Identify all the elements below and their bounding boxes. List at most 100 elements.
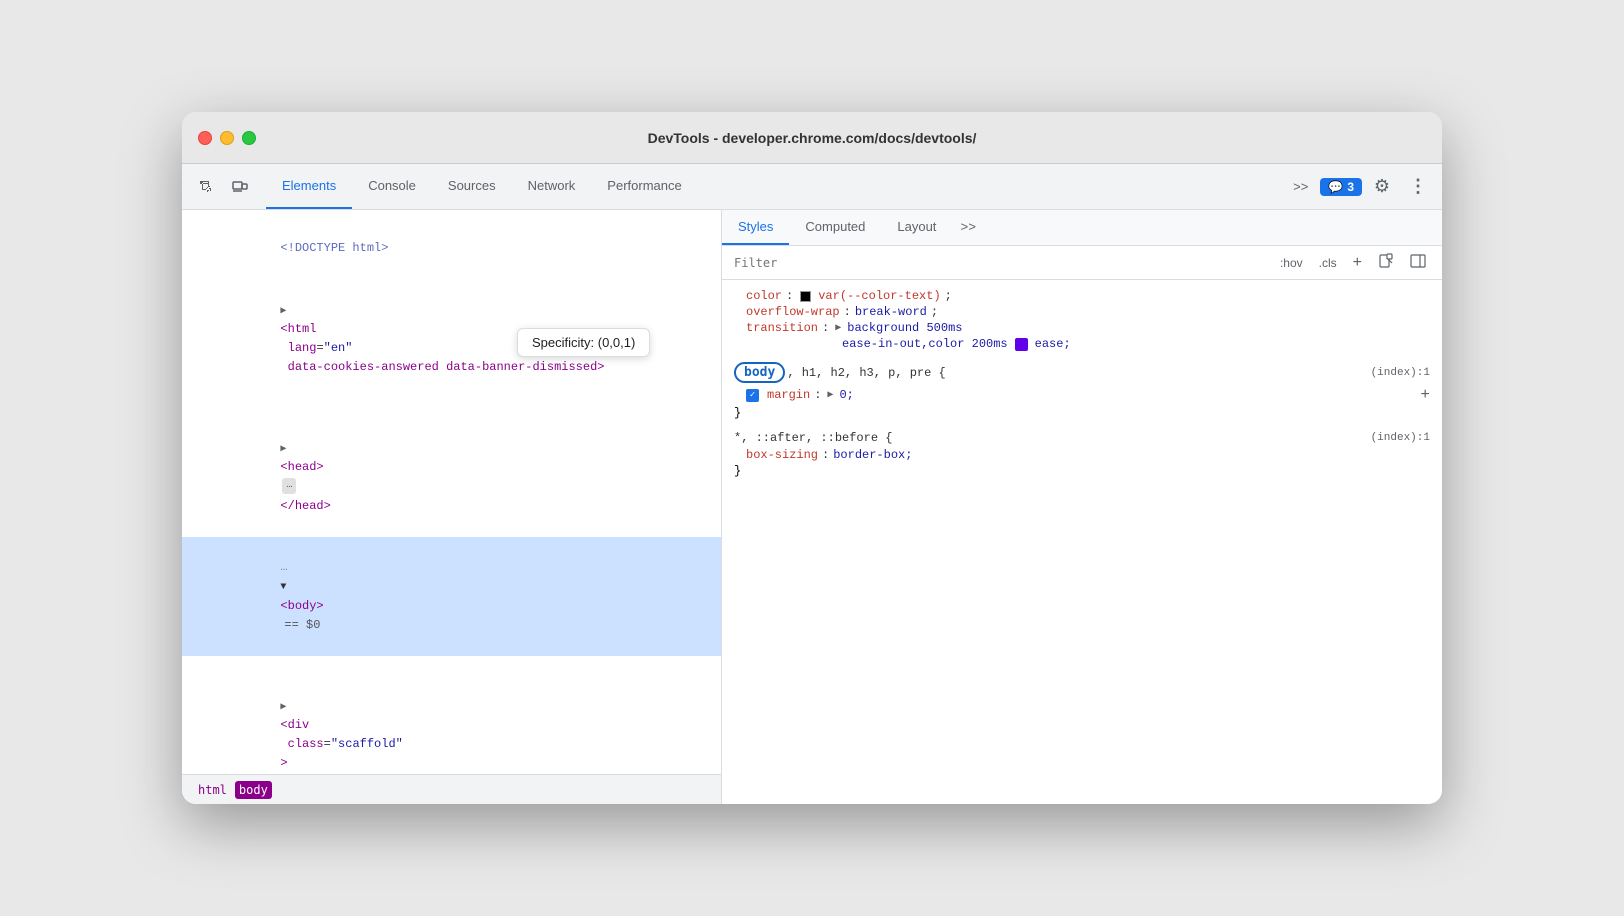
tab-elements[interactable]: Elements	[266, 164, 352, 209]
prop-box-sizing[interactable]: box-sizing : border-box;	[722, 447, 1442, 463]
cls-button[interactable]: .cls	[1315, 254, 1341, 272]
rule-3-header: *, ::after, ::before { (index):1	[722, 429, 1442, 447]
rule-2-source[interactable]: (index):1	[1371, 367, 1430, 379]
prop-transition-cont: ease-in-out,color 200ms ease;	[722, 336, 1442, 352]
specificity-tooltip: Specificity: (0,0,1)	[517, 328, 650, 357]
prop-name-overflow-wrap: overflow-wrap	[746, 305, 840, 319]
color-swatch-purple[interactable]	[1015, 338, 1028, 351]
dom-head[interactable]: ▶ <head> … </head>	[182, 399, 721, 537]
css-value-transition-2: ease-in-out,color 200ms	[842, 337, 1008, 351]
doctype-text: <!DOCTYPE html>	[280, 241, 388, 255]
tab-styles[interactable]: Styles	[722, 210, 789, 245]
dom-content[interactable]: <!DOCTYPE html> ▶ <html lang="en" data-c…	[182, 210, 721, 774]
prop-name-box-sizing: box-sizing	[746, 448, 818, 462]
css-value-box-sizing: border-box;	[833, 448, 912, 462]
tab-console[interactable]: Console	[352, 164, 432, 209]
expand-arrow[interactable]: ▶	[280, 306, 286, 317]
filter-input[interactable]	[734, 256, 1268, 270]
notification-icon: 💬	[1328, 180, 1343, 194]
dom-doctype: <!DOCTYPE html>	[182, 218, 721, 280]
tab-more[interactable]: >>	[952, 220, 984, 235]
dom-panel: <!DOCTYPE html> ▶ <html lang="en" data-c…	[182, 210, 722, 804]
css-value-transition: background 500ms	[847, 321, 962, 335]
tab-performance[interactable]: Performance	[591, 164, 697, 209]
breadcrumb-body[interactable]: body	[235, 781, 272, 799]
toolbar-icon-group	[190, 171, 256, 203]
styles-content[interactable]: color : var(--color-text) ; overflow-wra…	[722, 280, 1442, 804]
color-swatch-black[interactable]	[800, 291, 811, 302]
scaffold-arrow[interactable]: ▶	[280, 702, 286, 713]
css-value-margin: 0;	[839, 388, 853, 402]
css-rule-1: color : var(--color-text) ; overflow-wra…	[722, 288, 1442, 352]
devtools-window: DevTools - developer.chrome.com/docs/dev…	[182, 112, 1442, 804]
inspect-element-icon[interactable]	[190, 171, 222, 203]
body-arrow[interactable]: ▼	[280, 582, 286, 593]
traffic-lights	[198, 131, 256, 145]
styles-panel: Styles Computed Layout >> :hov .cls +	[722, 210, 1442, 804]
triangle-transition[interactable]: ▶	[835, 322, 841, 334]
margin-checkbox[interactable]	[746, 389, 759, 402]
tab-computed[interactable]: Computed	[789, 210, 881, 245]
styles-tabs: Styles Computed Layout >>	[722, 210, 1442, 246]
html-tag: <html	[280, 322, 316, 336]
window-title: DevTools - developer.chrome.com/docs/dev…	[648, 130, 977, 146]
main-toolbar: Elements Console Sources Network Perform…	[182, 164, 1442, 210]
rule-3-selector: *, ::after, ::before {	[734, 431, 892, 445]
triangle-margin[interactable]: ▶	[827, 389, 833, 401]
notification-badge[interactable]: 💬 3	[1320, 178, 1362, 196]
prop-color[interactable]: color : var(--color-text) ;	[722, 288, 1442, 304]
css-rule-2: body , h1, h2, h3, p, pre { (index):1 ma…	[722, 360, 1442, 421]
maximize-button[interactable]	[242, 131, 256, 145]
dom-body[interactable]: … ▼ <body> == $0	[182, 537, 721, 656]
tab-sources[interactable]: Sources	[432, 164, 512, 209]
device-toolbar-icon[interactable]	[224, 171, 256, 203]
rule-3-source[interactable]: (index):1	[1371, 432, 1430, 444]
dom-div-scaffold[interactable]: ▶ <div class="scaffold" > … </div> grid	[182, 656, 721, 774]
settings-icon[interactable]: ⚙	[1366, 171, 1398, 203]
filter-actions: :hov .cls +	[1276, 251, 1430, 274]
css-value-ease: ease;	[1035, 337, 1071, 351]
hov-button[interactable]: :hov	[1276, 254, 1307, 272]
scaffold-tag: <div	[280, 718, 309, 732]
rule-2-close: }	[722, 405, 1442, 421]
add-style-button[interactable]: +	[1349, 252, 1366, 274]
head-arrow[interactable]: ▶	[280, 444, 286, 455]
body-tag: <body>	[280, 599, 323, 613]
rule-3-close: }	[722, 463, 1442, 479]
more-tabs-button[interactable]: >>	[1285, 175, 1316, 198]
rule-2-header: body , h1, h2, h3, p, pre { (index):1	[722, 360, 1442, 385]
prop-transition[interactable]: transition : ▶ background 500ms	[722, 320, 1442, 336]
prop-name-color: color	[746, 289, 782, 303]
main-content: <!DOCTYPE html> ▶ <html lang="en" data-c…	[182, 210, 1442, 804]
css-value-break-word: break-word	[855, 305, 927, 319]
new-style-sheet-icon[interactable]	[1374, 251, 1398, 274]
css-var-color: var(--color-text)	[818, 289, 940, 303]
close-button[interactable]	[198, 131, 212, 145]
toggle-sidebar-icon[interactable]	[1406, 251, 1430, 274]
minimize-button[interactable]	[220, 131, 234, 145]
lang-attr: lang	[280, 341, 316, 355]
prop-name-margin: margin	[767, 388, 810, 402]
head-dots: …	[282, 478, 296, 494]
filter-bar: :hov .cls +	[722, 246, 1442, 280]
head-tag: <head>	[280, 460, 323, 474]
prop-margin[interactable]: margin : ▶ 0; +	[722, 385, 1442, 405]
css-rule-3: *, ::after, ::before { (index):1 box-siz…	[722, 429, 1442, 479]
more-options-icon[interactable]: ⋮	[1402, 171, 1434, 203]
add-property-btn[interactable]: +	[1420, 386, 1430, 404]
breadcrumb-html[interactable]: html	[194, 781, 231, 799]
breadcrumb-bar: html body	[182, 774, 721, 804]
titlebar: DevTools - developer.chrome.com/docs/dev…	[182, 112, 1442, 164]
devtools-panel: Elements Console Sources Network Perform…	[182, 164, 1442, 804]
body-dots: …	[280, 560, 287, 574]
tab-network[interactable]: Network	[512, 164, 592, 209]
notification-count: 3	[1347, 180, 1354, 194]
body-eq: == $0	[284, 618, 320, 632]
body-selector-circle: body	[734, 362, 785, 383]
tab-list: Elements Console Sources Network Perform…	[266, 164, 698, 209]
toolbar-right: >> 💬 3 ⚙ ⋮	[1285, 171, 1434, 203]
prop-overflow-wrap[interactable]: overflow-wrap : break-word ;	[722, 304, 1442, 320]
tab-layout[interactable]: Layout	[881, 210, 952, 245]
prop-name-transition: transition	[746, 321, 818, 335]
rule-2-selector: , h1, h2, h3, p, pre {	[787, 366, 945, 380]
